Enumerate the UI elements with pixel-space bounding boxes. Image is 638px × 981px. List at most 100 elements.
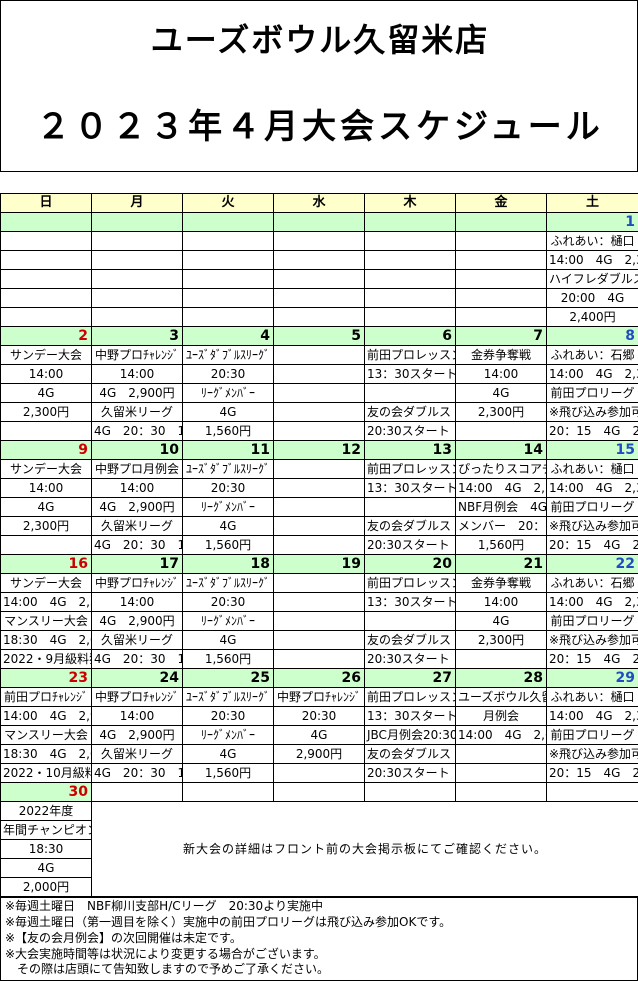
event-text: ﾕｰｽﾞﾀﾞﾌﾞﾙｽﾘｰｸﾞ (182, 687, 274, 707)
event-text: ふれあい：樋口 (546, 687, 638, 707)
event-line-row: 14:0014:0020:3013：30スタート 2,000円14:00 4G … (0, 478, 638, 498)
event-text: 年間チャンピオン大会 (0, 820, 92, 840)
event-text: ※飛び込み参加可※ (546, 516, 638, 536)
empty-cell (91, 288, 183, 308)
event-text: 1,560円 (455, 535, 547, 555)
calendar-cell (182, 782, 274, 802)
date-number: 22 (546, 554, 638, 574)
event-text: 2,300円 (0, 402, 92, 422)
event-text: 中野プロﾁｬﾚﾝｼﾞ (91, 573, 183, 593)
calendar-cell (364, 782, 456, 802)
date-number: 2 (0, 326, 92, 346)
empty-cell (273, 269, 365, 289)
empty-cell (364, 611, 456, 631)
event-text: ふれあい：石郷 (546, 345, 638, 365)
event-text: 4G (182, 630, 274, 650)
event-text: 前田プロレッスンリーグ (364, 345, 456, 365)
event-text: 1,560円 (182, 763, 274, 783)
event-text: ハイフレダブルス (546, 269, 638, 289)
event-text: 18:30 4G 2,000円 (0, 744, 92, 764)
date-number: 25 (182, 668, 274, 688)
event-text: 14:00 4G 2,300円 (546, 478, 638, 498)
empty-cell (455, 288, 547, 308)
weekday-header-cell: 水 (273, 193, 365, 213)
event-text: ﾘｰｸﾞﾒﾝﾊﾞｰ (182, 383, 274, 403)
empty-cell (364, 383, 456, 403)
event-text: 久留米リーグ (91, 516, 183, 536)
empty-cell (364, 288, 456, 308)
empty-cell (273, 478, 365, 498)
event-text: 4G 20：30 1,560円 (91, 421, 183, 441)
empty-cell (91, 307, 183, 327)
event-line-row: 2,300円久留米リーグ4G友の会ダブルス 4G2,300円※飛び込み参加可※ (0, 402, 638, 422)
empty-cell (0, 288, 92, 308)
event-line-row: 2,400円 (0, 307, 638, 327)
empty-cell (91, 250, 183, 270)
event-text: 14:00 4G 2,300円 (546, 706, 638, 726)
empty-cell (273, 345, 365, 365)
event-line-row: サンデー大会中野プロﾁｬﾚﾝｼﾞﾕｰｽﾞﾀﾞﾌﾞﾙｽﾘｰｸﾞ 前田プロレッスンリー… (0, 573, 638, 593)
event-text: ﾕｰｽﾞﾀﾞﾌﾞﾙｽﾘｰｸﾞ (182, 573, 274, 593)
note-line: その際は店頭にて告知致しますので予めご了承ください。 (5, 962, 330, 976)
date-number: 16 (0, 554, 92, 574)
event-text: 4G 20：30 1,560円 (91, 535, 183, 555)
event-text: 13：30スタート 2,000円 (364, 706, 456, 726)
event-line-row: サンデー大会中野プロﾁｬﾚﾝｼﾞﾕｰｽﾞﾀﾞﾌﾞﾙｽﾘｰｸﾞ 前田プロレッスンリー… (0, 345, 638, 365)
event-text: ﾘｰｸﾞﾒﾝﾊﾞｰ (182, 611, 274, 631)
empty-cell (273, 649, 365, 669)
event-text: 20：15 4G 2,600円 (546, 535, 638, 555)
event-text: 前田プロレッスンリーグ (364, 687, 456, 707)
date-number (91, 212, 183, 232)
event-text: 20:30スタート 2,100円 (364, 421, 456, 441)
event-line-row: ハイフレダブルス (0, 269, 638, 289)
empty-cell (182, 307, 274, 327)
empty-cell (273, 497, 365, 517)
empty-cell (182, 231, 274, 251)
date-number: 26 (273, 668, 365, 688)
empty-cell (0, 250, 92, 270)
empty-cell (364, 250, 456, 270)
date-number: 7 (455, 326, 547, 346)
event-text: 2022・10月級料獲得者 (0, 763, 92, 783)
event-text: 14:00 (455, 364, 547, 384)
empty-cell (364, 231, 456, 251)
empty-cell (273, 611, 365, 631)
date-number: 30 (0, 782, 92, 802)
calendar-cell (91, 782, 183, 802)
date-number (273, 212, 365, 232)
event-line-row: 14:00 4G 2,300円 (0, 250, 638, 270)
event-text: 2,900円 (273, 744, 365, 764)
event-text: 前田プロリーグ (546, 383, 638, 403)
event-text: 14:00 4G 2,300円 (546, 592, 638, 612)
event-text: 4G (182, 402, 274, 422)
event-text: 2,300円 (455, 402, 547, 422)
event-text: 2022・9月級料獲得者 (0, 649, 92, 669)
empty-cell (455, 231, 547, 251)
event-text: ふれあい：樋口 (546, 459, 638, 479)
note-line: ※【友の会月例会】の次回開催は未定です。 (5, 931, 242, 945)
event-text: 4G (182, 744, 274, 764)
weekday-header-row: 日月火水木金土 (0, 193, 638, 213)
event-text: 前田プロレッスンリーグ (364, 459, 456, 479)
date-row: 1 (0, 212, 638, 232)
event-line-row: 2022・9月級料獲得者4G 20：30 1,560円1,560円 20:30スタ… (0, 649, 638, 669)
event-text: 14:00 4G 2,300円 (455, 478, 547, 498)
event-text: 2,400円 (546, 307, 638, 327)
event-text: 1,560円 (182, 421, 274, 441)
event-text: 4G (273, 725, 365, 745)
weekday-header-cell: 火 (182, 193, 274, 213)
weekday-header-cell: 日 (0, 193, 92, 213)
event-line-row: 20:00 4G (0, 288, 638, 308)
event-text: ユーズボウル久留米 (455, 687, 547, 707)
event-text: ※飛び込み参加可※ (546, 744, 638, 764)
event-text: 20:30 (273, 706, 365, 726)
event-text: 2,000円 (0, 877, 92, 897)
empty-cell (273, 592, 365, 612)
event-line-row: 18:30 4G 2,000円久留米リーグ4G2,900円友の会ダブルス 4G ※… (0, 744, 638, 764)
empty-cell (455, 250, 547, 270)
event-text: 1,560円 (182, 535, 274, 555)
empty-cell (273, 573, 365, 593)
calendar-table: 日月火水木金土1ふれあい：樋口14:00 4G 2,300円ハイフレダブルス20… (0, 193, 638, 897)
date-number: 27 (364, 668, 456, 688)
weekday-header-cell: 土 (546, 193, 638, 213)
